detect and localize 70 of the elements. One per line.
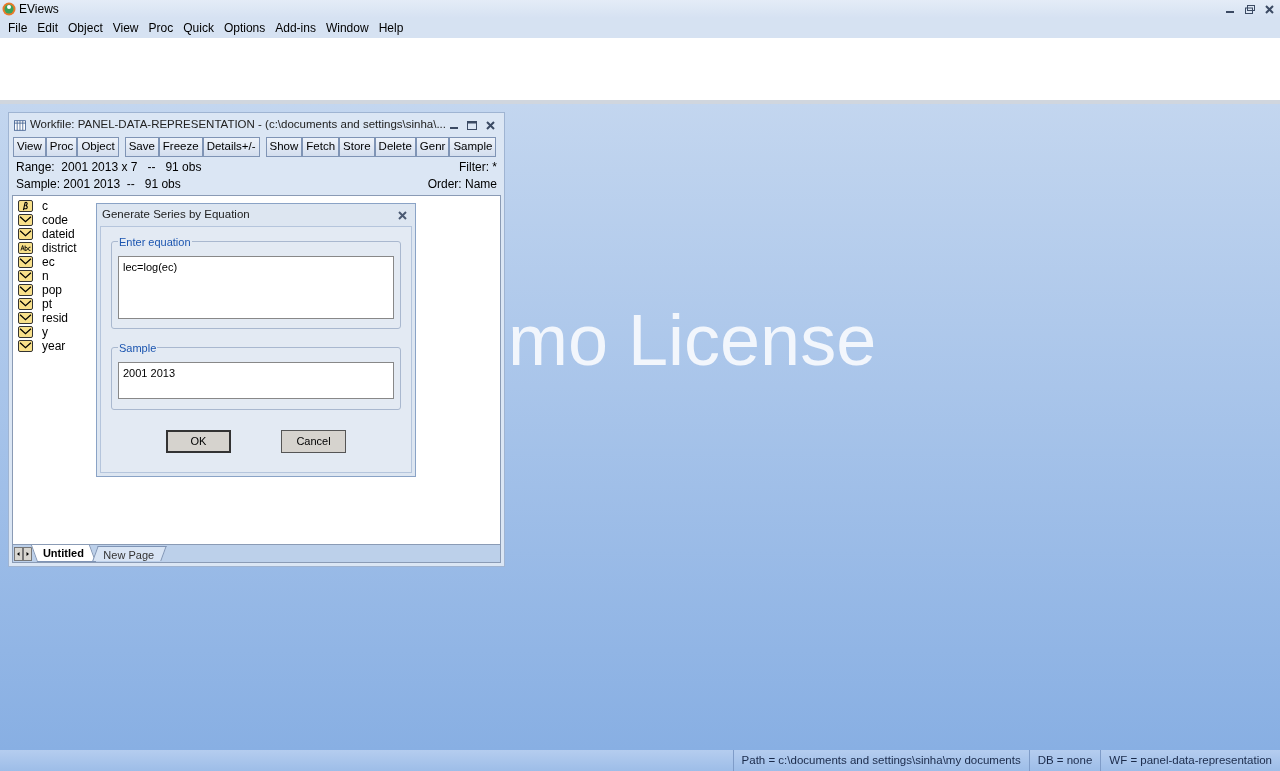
menu-item[interactable]: Proc <box>143 19 179 37</box>
app-title: EViews <box>19 1 59 18</box>
toolbar-button[interactable]: Fetch <box>302 137 340 157</box>
alpha-series-icon <box>18 242 33 254</box>
series-icon <box>18 256 33 268</box>
dialog-button[interactable]: OK <box>166 430 231 453</box>
object-item[interactable]: c <box>18 199 50 213</box>
object-item[interactable]: n <box>18 269 51 283</box>
toolbar-button[interactable]: Genr <box>415 137 450 157</box>
object-item[interactable]: y <box>18 325 50 339</box>
menu-item[interactable]: File <box>3 19 33 37</box>
toolbar-button[interactable]: Object <box>77 137 119 157</box>
scroll-right-icon[interactable] <box>23 547 32 561</box>
series-icon <box>18 312 33 324</box>
object-item[interactable]: resid <box>18 311 70 325</box>
dialog-title: Generate Series by Equation <box>102 207 250 223</box>
order-info: Order: Name <box>427 176 497 193</box>
beta-icon <box>18 200 33 212</box>
toolbar-button[interactable]: Proc <box>45 137 78 157</box>
status-field: WF = panel-data-representation <box>1100 750 1280 771</box>
license-watermark: mo License <box>508 304 877 376</box>
series-icon <box>18 298 33 310</box>
page-tab[interactable]: Untitled <box>30 545 97 562</box>
object-item[interactable]: pt <box>18 297 54 311</box>
workfile-title: Workfile: PANEL-DATA-REPRESENTATION - (c:\documents and settings\sinha\... <box>29 117 446 133</box>
toolbar-button[interactable]: Freeze <box>158 137 203 157</box>
object-item[interactable]: district <box>18 241 79 255</box>
toolbar-button[interactable]: Show <box>265 137 303 157</box>
object-item[interactable]: ec <box>18 255 57 269</box>
equation-field[interactable]: lec=log(ec) <box>118 256 394 319</box>
sample-field[interactable]: 2001 2013 <box>118 362 394 399</box>
object-item[interactable]: code <box>18 213 71 227</box>
series-icon <box>18 284 33 296</box>
close-icon[interactable] <box>486 120 495 130</box>
close-icon[interactable] <box>1265 4 1274 14</box>
menu-item[interactable]: Object <box>63 19 108 37</box>
toolbar-button[interactable]: Store <box>339 137 375 157</box>
menu-item[interactable]: View <box>107 19 144 37</box>
toolbar-button[interactable]: Delete <box>374 137 416 157</box>
range-info: Range: 2001 2013 x 7 -- 91 obs <box>16 159 202 176</box>
toolbar-button[interactable]: Sample <box>449 137 497 157</box>
menu-item[interactable]: Help <box>373 19 409 37</box>
menu-item[interactable]: Options <box>218 19 271 37</box>
status-field: DB = none <box>1028 750 1101 771</box>
restore-icon[interactable] <box>1245 4 1255 14</box>
maximize-icon[interactable] <box>467 120 477 130</box>
series-icon <box>18 340 33 352</box>
menu-item[interactable]: Quick <box>178 19 219 37</box>
series-icon <box>18 214 33 226</box>
status-field: Path = c:\documents and settings\sinha\my documents <box>732 750 1029 771</box>
spreadsheet-icon <box>14 118 26 132</box>
page-tab[interactable]: New Page <box>92 546 167 561</box>
app-logo-icon <box>2 2 16 16</box>
object-item[interactable]: dateid <box>18 227 77 241</box>
menu-item[interactable]: Edit <box>32 19 64 37</box>
series-icon <box>18 326 33 338</box>
series-icon <box>18 270 33 282</box>
scroll-left-icon[interactable] <box>14 547 23 561</box>
menu-item[interactable]: Window <box>320 19 374 37</box>
series-icon <box>18 228 33 240</box>
sample-info: Sample: 2001 2013 -- 91 obs <box>16 176 181 193</box>
toolbar-button[interactable]: Save <box>124 137 159 157</box>
toolbar-button[interactable]: Details+/- <box>202 137 260 157</box>
object-item[interactable]: year <box>18 339 68 353</box>
object-item[interactable]: pop <box>18 283 65 297</box>
filter-info: Filter: * <box>459 159 497 176</box>
toolbar-button[interactable]: View <box>13 137 46 157</box>
close-icon[interactable] <box>398 210 407 220</box>
dialog-button[interactable]: Cancel <box>281 430 346 453</box>
menu-item[interactable]: Add-ins <box>270 19 321 37</box>
